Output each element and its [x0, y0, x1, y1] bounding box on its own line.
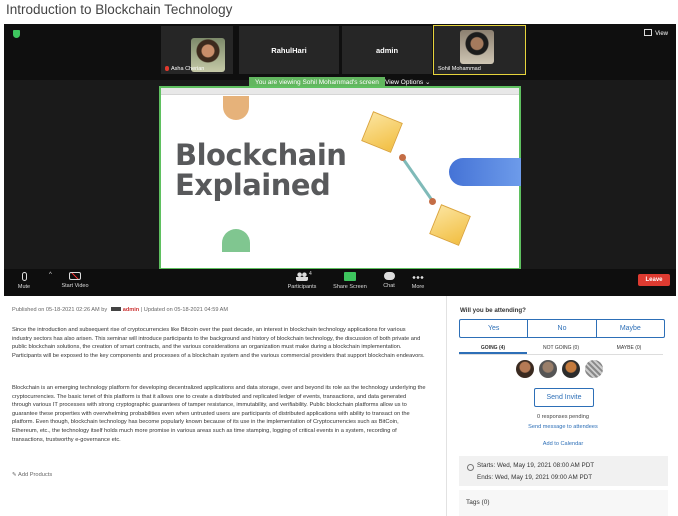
- decorative-shape: [449, 158, 521, 186]
- updated-date: | Updated on 05-18-2021 04:59 AM: [140, 307, 229, 313]
- chain-icon: [401, 157, 433, 200]
- author-badge: [110, 307, 121, 311]
- share-screen-label: Share Screen: [333, 284, 367, 290]
- add-products-link[interactable]: ✎ Add Products: [12, 472, 52, 478]
- add-to-calendar-link[interactable]: Add to Calendar: [458, 441, 668, 447]
- rsvp-question: Will you be attending?: [460, 307, 526, 314]
- chevron-up-icon[interactable]: ^: [49, 272, 52, 278]
- add-products-label: Add Products: [18, 472, 53, 478]
- rsvp-button-group: Yes No Maybe: [459, 319, 665, 338]
- chat-label: Chat: [383, 283, 395, 289]
- participant-name: RahulHari: [271, 46, 307, 55]
- decorative-shape: [223, 96, 249, 120]
- shield-icon: [13, 30, 20, 38]
- mute-button[interactable]: Mute: [14, 272, 34, 290]
- more-label: More: [411, 284, 425, 290]
- window-chrome: [161, 88, 519, 95]
- decorative-dot: [399, 154, 406, 161]
- screen-share-banner: You are viewing Sohil Mohammad's screen: [249, 77, 385, 88]
- block-cube-icon: [361, 111, 403, 153]
- post-meta: Published on 05-18-2021 02:26 AM by admi…: [12, 307, 228, 313]
- avatar[interactable]: [539, 360, 557, 378]
- slide-title: Blockchain Explained: [175, 138, 347, 202]
- rsvp-yes-button[interactable]: Yes: [460, 320, 529, 337]
- meeting-toolbar: Mute ^ Start Video Participants 4 Share …: [4, 269, 676, 296]
- rsvp-maybe-button[interactable]: Maybe: [597, 320, 664, 337]
- avatar[interactable]: [516, 360, 534, 378]
- muted-mic-icon: [165, 66, 169, 71]
- tab-going[interactable]: GOING (4): [459, 342, 527, 354]
- avatar: [460, 30, 494, 64]
- more-button[interactable]: More: [408, 272, 428, 290]
- start-video-label: Start Video: [61, 283, 89, 289]
- clock-icon: [467, 464, 474, 471]
- tags-count: Tags (0): [466, 499, 490, 506]
- rsvp-no-button[interactable]: No: [528, 320, 597, 337]
- published-date: Published on 05-18-2021 02:26 AM by: [12, 307, 108, 313]
- event-dates: Starts: Wed, May 19, 2021 08:00 AM PDT E…: [459, 456, 668, 486]
- view-options-label: View Options: [385, 79, 424, 86]
- more-icon: [412, 276, 424, 279]
- post-content: Published on 05-18-2021 02:26 AM by admi…: [4, 296, 447, 516]
- pencil-icon: ✎: [12, 472, 17, 478]
- participant-name: Asha Cherian: [171, 66, 205, 72]
- responses-pending: 0 responses pending: [537, 414, 589, 420]
- participant-tile-sohil[interactable]: Sohil Mohammad: [433, 25, 526, 75]
- share-screen-button[interactable]: Share Screen: [332, 272, 368, 290]
- participant-strip: View Asha Cherian RahulHari admin Sohil …: [4, 24, 676, 80]
- mute-label: Mute: [17, 284, 31, 290]
- description-paragraph: Since the introduction and subsequent ri…: [12, 327, 425, 359]
- tags-section: Tags (0): [459, 490, 668, 516]
- block-cube-icon: [429, 204, 471, 246]
- leave-button[interactable]: Leave: [638, 274, 670, 286]
- microphone-icon: [21, 272, 27, 281]
- chat-icon: [383, 272, 395, 280]
- attendance-tabs: GOING (4) NOT GOING (0) MAYBE (0): [459, 342, 663, 355]
- participant-tile-asha[interactable]: Asha Cherian: [161, 26, 233, 74]
- video-meeting-panel: View Asha Cherian RahulHari admin Sohil …: [4, 24, 676, 296]
- participants-button[interactable]: Participants: [286, 272, 318, 290]
- slide-title-line1: Blockchain: [175, 138, 347, 172]
- participant-name: admin: [375, 46, 399, 55]
- participant-tile-admin[interactable]: admin: [342, 26, 432, 74]
- page-title: Introduction to Blockchain Technology: [6, 2, 233, 17]
- description-paragraph: Blockchain is an emerging technology pla…: [12, 385, 426, 443]
- decorative-dot: [429, 198, 436, 205]
- view-button-label: View: [655, 31, 668, 37]
- participants-count: 4: [309, 271, 312, 277]
- avatar[interactable]: [585, 360, 603, 378]
- view-options-dropdown[interactable]: View Options ⌄: [385, 77, 430, 88]
- send-message-link[interactable]: Send message to attendees: [458, 424, 668, 430]
- shared-screen: Blockchain Explained: [159, 86, 521, 270]
- avatar[interactable]: [562, 360, 580, 378]
- end-time: Ends: Wed, May 19, 2021 09:00 AM PDT: [477, 474, 593, 481]
- tab-not-going[interactable]: NOT GOING (0): [527, 342, 595, 354]
- chat-button[interactable]: Chat: [379, 272, 399, 289]
- start-video-button[interactable]: Start Video: [59, 272, 91, 289]
- participants-icon: [296, 272, 308, 281]
- chevron-down-icon: ⌄: [425, 79, 431, 86]
- slide-title-line2: Explained: [175, 168, 331, 202]
- rsvp-sidebar: Will you be attending? Yes No Maybe GOIN…: [458, 296, 668, 516]
- send-invite-button[interactable]: Send Invite: [534, 388, 594, 407]
- grid-icon: [644, 29, 653, 36]
- decorative-shape: [222, 229, 250, 252]
- tab-maybe[interactable]: MAYBE (0): [595, 342, 663, 354]
- attendee-avatars: [516, 360, 603, 378]
- author-link[interactable]: admin: [123, 307, 139, 313]
- view-button[interactable]: View: [644, 29, 668, 37]
- start-time: Starts: Wed, May 19, 2021 08:00 AM PDT: [477, 462, 595, 469]
- share-screen-icon: [344, 272, 356, 281]
- participants-label: Participants: [287, 284, 317, 290]
- video-camera-off-icon: [69, 272, 81, 280]
- participant-name: Sohil Mohammad: [438, 66, 481, 72]
- participant-tile-rahulhari[interactable]: RahulHari: [239, 26, 339, 74]
